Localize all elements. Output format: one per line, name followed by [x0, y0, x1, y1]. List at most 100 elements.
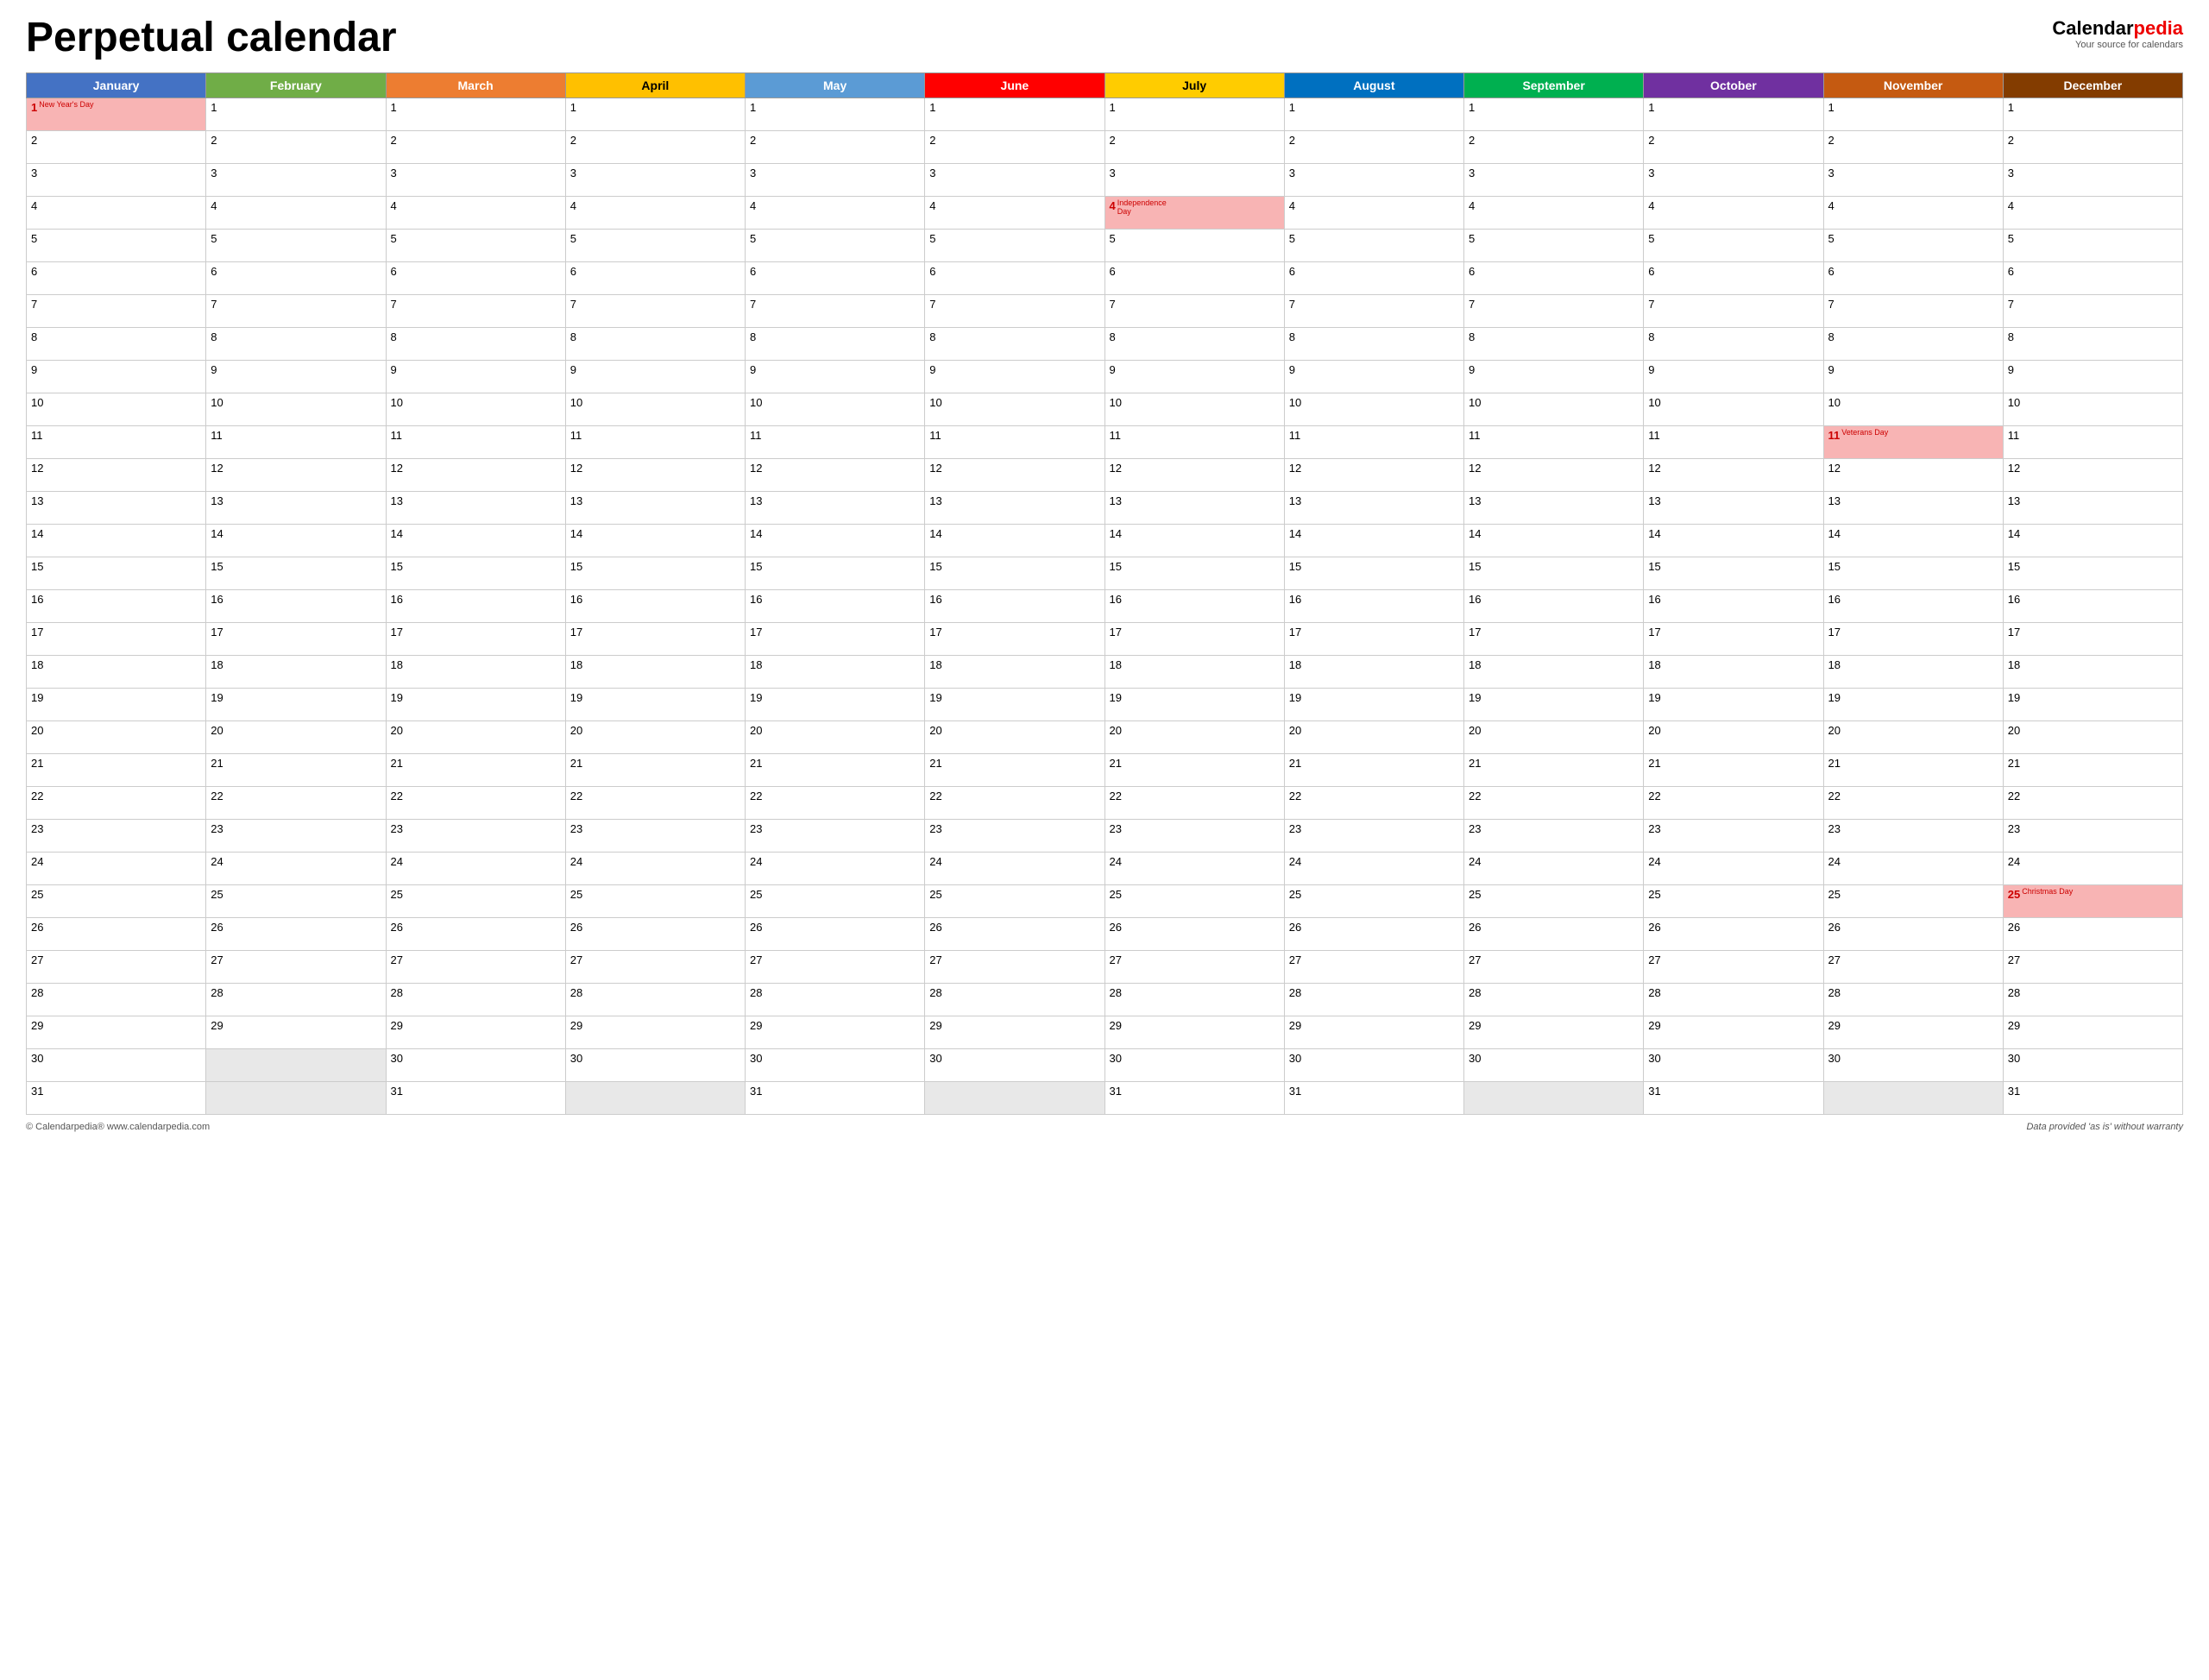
cell-november-16: 16: [1823, 590, 2003, 623]
cell-november-14: 14: [1823, 525, 2003, 557]
cell-october-6: 6: [1644, 262, 1823, 295]
cell-march-27: 27: [386, 951, 565, 984]
cell-november-30: 30: [1823, 1049, 2003, 1082]
cell-january-18: 18: [27, 656, 206, 689]
cell-june-18: 18: [925, 656, 1104, 689]
cell-february-25: 25: [206, 885, 386, 918]
calendar-row-5: 555555555555: [27, 230, 2183, 262]
cell-april-26: 26: [565, 918, 745, 951]
calendar-row-23: 232323232323232323232323: [27, 820, 2183, 853]
cell-march-31: 31: [386, 1082, 565, 1115]
calendar-row-20: 202020202020202020202020: [27, 721, 2183, 754]
cell-november-27: 27: [1823, 951, 2003, 984]
cell-september-27: 27: [1464, 951, 1644, 984]
cell-april-13: 13: [565, 492, 745, 525]
cell-november-9: 9: [1823, 361, 2003, 393]
cell-may-15: 15: [746, 557, 925, 590]
calendar-row-17: 171717171717171717171717: [27, 623, 2183, 656]
month-header-september: September: [1464, 73, 1644, 98]
calendar-row-16: 161616161616161616161616: [27, 590, 2183, 623]
cell-february-20: 20: [206, 721, 386, 754]
cell-october-11: 11: [1644, 426, 1823, 459]
cell-july-5: 5: [1104, 230, 1284, 262]
cell-october-22: 22: [1644, 787, 1823, 820]
cell-december-12: 12: [2003, 459, 2182, 492]
cell-may-28: 28: [746, 984, 925, 1016]
cell-august-10: 10: [1284, 393, 1463, 426]
cell-october-29: 29: [1644, 1016, 1823, 1049]
cell-november-4: 4: [1823, 197, 2003, 230]
cell-march-19: 19: [386, 689, 565, 721]
cell-may-3: 3: [746, 164, 925, 197]
cell-july-31: 31: [1104, 1082, 1284, 1115]
cell-april-24: 24: [565, 853, 745, 885]
cell-june-29: 29: [925, 1016, 1104, 1049]
cell-january-25: 25: [27, 885, 206, 918]
cell-december-2: 2: [2003, 131, 2182, 164]
cell-february-6: 6: [206, 262, 386, 295]
cell-december-18: 18: [2003, 656, 2182, 689]
cell-january-7: 7: [27, 295, 206, 328]
cell-february-14: 14: [206, 525, 386, 557]
cell-september-12: 12: [1464, 459, 1644, 492]
cell-february-27: 27: [206, 951, 386, 984]
cell-february-29: 29: [206, 1016, 386, 1049]
cell-november-21: 21: [1823, 754, 2003, 787]
cell-july-15: 15: [1104, 557, 1284, 590]
cell-february-23: 23: [206, 820, 386, 853]
cell-july-18: 18: [1104, 656, 1284, 689]
cell-february-16: 16: [206, 590, 386, 623]
cell-november-23: 23: [1823, 820, 2003, 853]
cell-november-3: 3: [1823, 164, 2003, 197]
cell-october-24: 24: [1644, 853, 1823, 885]
cell-march-24: 24: [386, 853, 565, 885]
cell-july-24: 24: [1104, 853, 1284, 885]
cell-july-16: 16: [1104, 590, 1284, 623]
month-header-july: July: [1104, 73, 1284, 98]
cell-january-31: 31: [27, 1082, 206, 1115]
cell-june-14: 14: [925, 525, 1104, 557]
cell-december-3: 3: [2003, 164, 2182, 197]
cell-march-12: 12: [386, 459, 565, 492]
cell-september-13: 13: [1464, 492, 1644, 525]
cell-february-10: 10: [206, 393, 386, 426]
cell-august-2: 2: [1284, 131, 1463, 164]
cell-june-19: 19: [925, 689, 1104, 721]
cell-april-2: 2: [565, 131, 745, 164]
cell-september-29: 29: [1464, 1016, 1644, 1049]
cell-october-15: 15: [1644, 557, 1823, 590]
cell-august-16: 16: [1284, 590, 1463, 623]
calendar-row-12: 121212121212121212121212: [27, 459, 2183, 492]
cell-february-4: 4: [206, 197, 386, 230]
cell-june-10: 10: [925, 393, 1104, 426]
cell-november-6: 6: [1823, 262, 2003, 295]
cell-april-4: 4: [565, 197, 745, 230]
cell-january-11: 11: [27, 426, 206, 459]
cell-march-17: 17: [386, 623, 565, 656]
cell-september-16: 16: [1464, 590, 1644, 623]
cell-january-4: 4: [27, 197, 206, 230]
cell-march-26: 26: [386, 918, 565, 951]
calendar-row-13: 131313131313131313131313: [27, 492, 2183, 525]
cell-may-12: 12: [746, 459, 925, 492]
cell-february-21: 21: [206, 754, 386, 787]
cell-august-11: 11: [1284, 426, 1463, 459]
cell-january-3: 3: [27, 164, 206, 197]
cell-january-10: 10: [27, 393, 206, 426]
cell-february-30: [206, 1049, 386, 1082]
cell-february-24: 24: [206, 853, 386, 885]
month-header-october: October: [1644, 73, 1823, 98]
cell-august-3: 3: [1284, 164, 1463, 197]
cell-july-4: 4Independence Day: [1104, 197, 1284, 230]
cell-february-31: [206, 1082, 386, 1115]
cell-february-19: 19: [206, 689, 386, 721]
cell-december-7: 7: [2003, 295, 2182, 328]
calendar-row-15: 151515151515151515151515: [27, 557, 2183, 590]
calendar-row-11: 1111111111111111111111Veterans Day11: [27, 426, 2183, 459]
calendar-row-29: 292929292929292929292929: [27, 1016, 2183, 1049]
cell-april-5: 5: [565, 230, 745, 262]
cell-march-10: 10: [386, 393, 565, 426]
logo-tagline: Your source for calendars: [2052, 40, 2183, 50]
cell-september-17: 17: [1464, 623, 1644, 656]
cell-november-12: 12: [1823, 459, 2003, 492]
